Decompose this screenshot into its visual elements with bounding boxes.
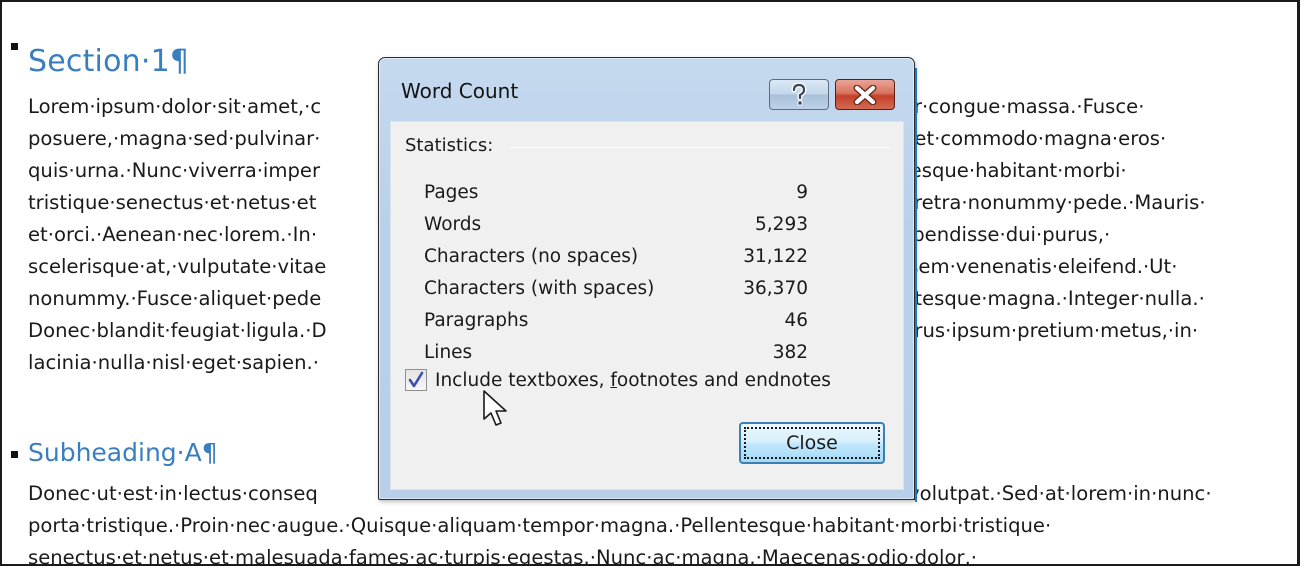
stat-label: Paragraphs: [424, 309, 529, 331]
stat-row-lines: Lines 382: [424, 336, 808, 368]
title-close-button[interactable]: [835, 79, 895, 110]
stat-value: 382: [772, 341, 808, 363]
section-heading: Section·1¶: [28, 44, 190, 79]
dialog-title: Word Count: [401, 79, 519, 103]
stat-row-characters-no-spaces: Characters (no spaces) 31,122: [424, 240, 808, 272]
mouse-pointer-icon: [483, 390, 507, 426]
include-textboxes-checkbox[interactable]: [405, 369, 427, 391]
stat-value: 31,122: [743, 245, 808, 267]
keep-with-next-marker: [11, 451, 18, 458]
stat-value: 9: [796, 181, 808, 203]
stat-row-characters-with-spaces: Characters (with spaces) 36,370: [424, 272, 808, 304]
text-line: porta·tristique.·Proin·nec·augue.·Quisqu…: [28, 514, 1052, 537]
stat-label: Characters (with spaces): [424, 277, 655, 299]
stat-label: Words: [424, 213, 482, 235]
stat-label: Lines: [424, 341, 473, 363]
checkmark-icon: [408, 371, 424, 388]
stat-label: Characters (no spaces): [424, 245, 639, 267]
stat-value: 36,370: [743, 277, 808, 299]
stat-label: Pages: [424, 181, 479, 203]
keep-with-next-marker: [11, 43, 18, 50]
dialog-client-area: Statistics: Pages 9 Words 5,293 Characte…: [390, 121, 904, 490]
stat-value: 5,293: [755, 213, 808, 235]
group-divider: [511, 147, 889, 148]
word-count-dialog: Word Count Statistics: Pages 9 Words 5,2…: [378, 57, 917, 502]
close-button-label: Close: [786, 432, 838, 454]
stat-row-pages: Pages 9: [424, 176, 808, 208]
document-page[interactable]: Section·1¶ Lorem·ipsum·dolor·sit·amet,·c…: [0, 0, 1300, 566]
subheading: Subheading·A¶: [28, 438, 218, 467]
text-line: senectus·et·netus·et·malesuada·fames·ac·…: [28, 546, 977, 566]
help-button[interactable]: [769, 79, 829, 110]
close-button[interactable]: Close: [739, 422, 885, 464]
include-textboxes-option[interactable]: Include textboxes, footnotes and endnote…: [405, 367, 831, 393]
stat-row-paragraphs: Paragraphs 46: [424, 304, 808, 336]
stat-row-words: Words 5,293: [424, 208, 808, 240]
statistics-group-label: Statistics:: [405, 135, 494, 156]
include-textboxes-label[interactable]: Include textboxes, footnotes and endnote…: [435, 370, 831, 391]
close-x-icon: [853, 84, 877, 105]
question-mark-icon: [791, 82, 807, 106]
stat-value: 46: [784, 309, 808, 331]
